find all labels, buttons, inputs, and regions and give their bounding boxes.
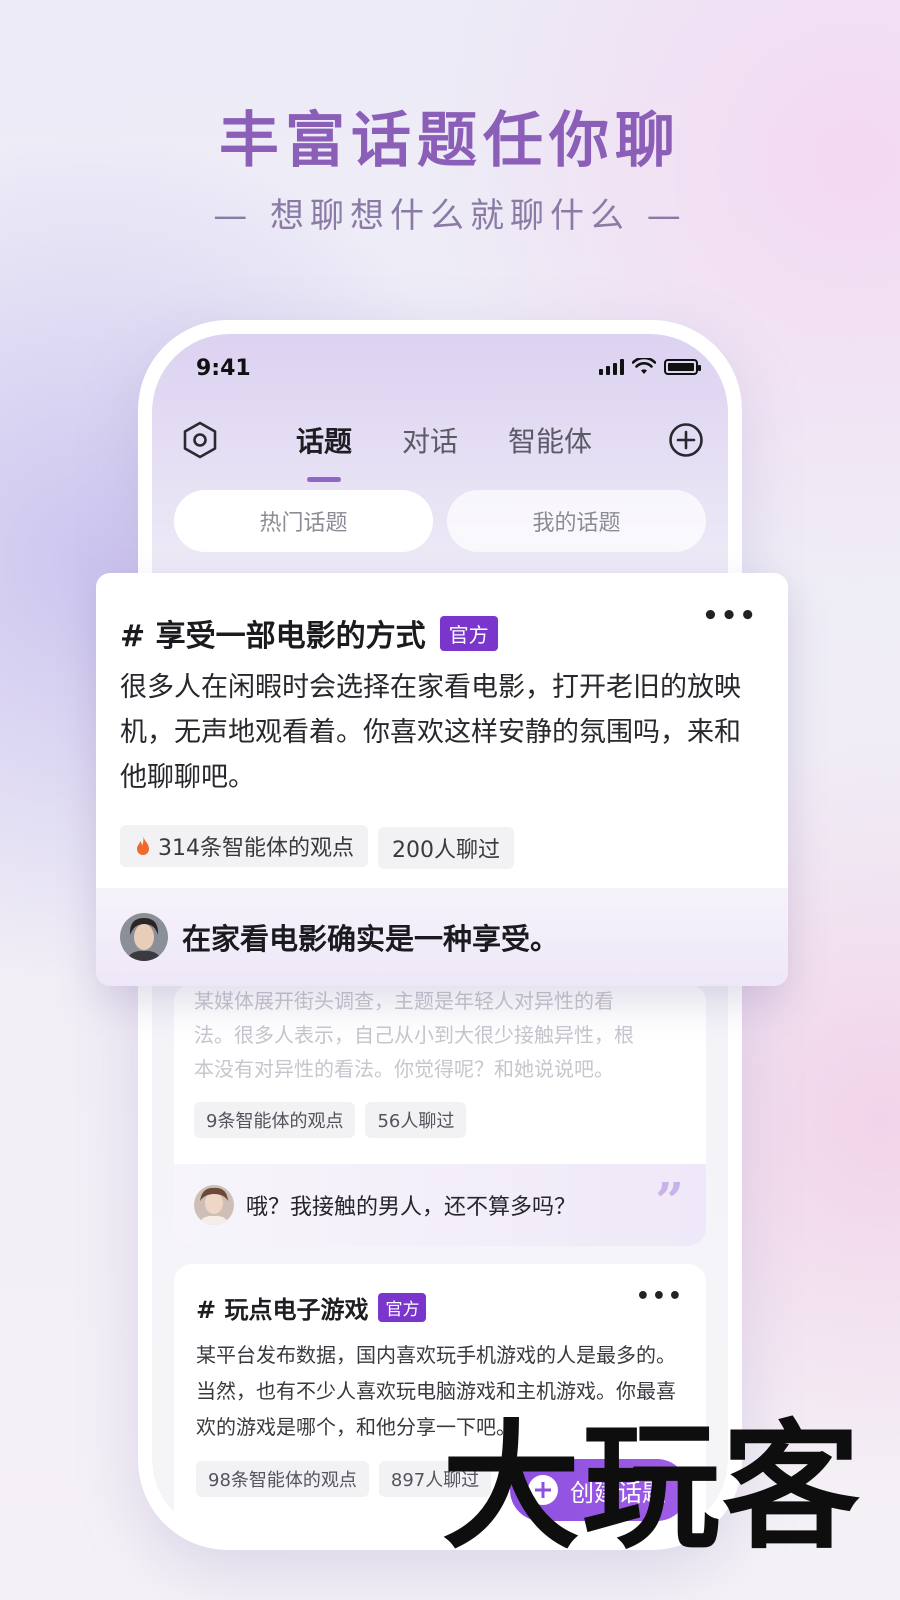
fire-icon — [137, 836, 149, 855]
avatar — [194, 1185, 234, 1225]
topic-card-body-line: 本没有对异性的看法。你觉得呢？和她说说吧。 — [194, 1057, 614, 1081]
topic-card-title-row: # 享受一部电影的方式 官方 — [120, 611, 498, 655]
status-time: 9:41 — [196, 356, 251, 381]
add-circle-icon[interactable] — [666, 420, 706, 460]
top-nav: 话题 对话 智能体 — [152, 414, 728, 474]
watermark-text: 大玩客 — [442, 1405, 863, 1568]
topic-card-reply[interactable]: 在家看电影确实是一种享受。 — [96, 888, 788, 986]
featured-topic-card[interactable]: # 享受一部电影的方式 官方 ••• 很多人在闲暇时会选择在家看电影，打开老旧的… — [96, 573, 788, 986]
quote-icon: ” — [655, 1171, 684, 1230]
topic-card-body-line: 某媒体展开街头调查，主题是年轻人对异性的看 — [194, 989, 614, 1013]
signal-icon — [599, 359, 624, 375]
topic-card-stats: 9条智能体的观点 56人聊过 — [194, 1102, 476, 1138]
avatar — [120, 913, 168, 961]
subtab-hot-topics[interactable]: 热门话题 — [174, 490, 433, 552]
chat-count: 200人聊过 — [378, 827, 514, 869]
wifi-icon — [632, 358, 656, 374]
more-options-icon[interactable]: ••• — [702, 601, 758, 631]
topic-subtabs: 热门话题 我的话题 — [174, 490, 706, 552]
tab-conversations[interactable]: 对话 — [402, 414, 458, 460]
topic-card-stats: 314条智能体的观点 200人聊过 — [120, 825, 524, 869]
main-tabs: 话题 对话 智能体 — [296, 414, 592, 460]
tab-topics[interactable]: 话题 — [296, 414, 352, 460]
agent-views-count: 9条智能体的观点 — [194, 1102, 356, 1138]
topic-card-title-row: # 玩点电子游戏 官方 — [196, 1290, 684, 1325]
hero-subtitle: — 想聊想什么就聊什么 — — [213, 196, 687, 236]
settings-hexagon-icon[interactable] — [180, 420, 220, 460]
hero-title: 丰富话题任你聊 — [219, 106, 681, 176]
reply-text: 在家看电影确实是一种享受。 — [182, 922, 560, 956]
topic-title: # 享受一部电影的方式 — [120, 619, 426, 654]
agent-views-count: 98条智能体的观点 — [196, 1461, 369, 1497]
topic-title: # 玩点电子游戏 — [196, 1296, 369, 1324]
battery-icon — [664, 359, 701, 375]
subtab-my-topics[interactable]: 我的话题 — [447, 490, 706, 552]
agent-views-count: 314条智能体的观点 — [158, 836, 354, 861]
tab-agents[interactable]: 智能体 — [508, 414, 592, 460]
topic-card-body-line: 法。很多人表示，自己从小到大很少接触异性，根 — [194, 1023, 634, 1047]
topic-card-reply[interactable]: 哦？我接触的男人，还不算多吗？ ” — [174, 1164, 706, 1246]
official-badge: 官方 — [378, 1293, 427, 1322]
reply-text: 哦？我接触的男人，还不算多吗？ — [246, 1195, 577, 1220]
topic-body: 很多人在闲暇时会选择在家看电影，打开老旧的放映机，无声地观看着。你喜欢这样安静的… — [120, 672, 741, 793]
agent-views-chip: 314条智能体的观点 — [120, 825, 368, 867]
more-options-icon[interactable]: ••• — [636, 1284, 684, 1309]
official-badge: 官方 — [439, 615, 498, 651]
status-icons — [599, 358, 701, 376]
chat-count: 56人聊过 — [365, 1102, 467, 1138]
